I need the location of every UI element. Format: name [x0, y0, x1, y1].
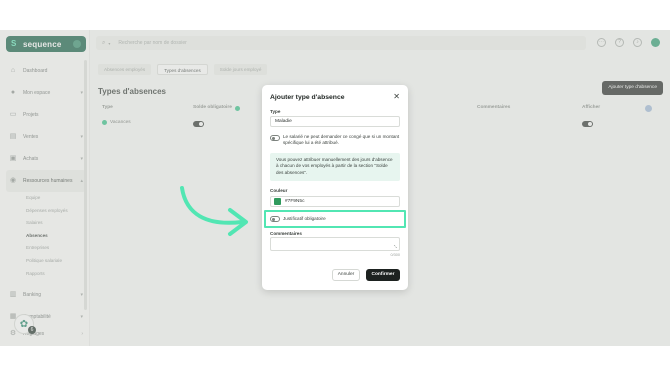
modal-title: Ajouter type d'absence: [270, 94, 345, 101]
color-value: #7F9N5c: [285, 199, 305, 204]
info-notice: Vous pouvez attribuer manuellement des j…: [270, 153, 400, 181]
type-label: Type: [270, 109, 281, 114]
confirm-button[interactable]: Confirmer: [366, 269, 400, 281]
resize-handle-icon[interactable]: ⤡: [394, 244, 397, 249]
add-absence-type-modal: Ajouter type d'absence ✕ Type Maladie Le…: [262, 85, 408, 290]
tutorial-arrow-icon: [180, 186, 248, 236]
comments-textarea[interactable]: ⤡: [270, 237, 400, 251]
color-swatch[interactable]: [274, 198, 281, 205]
tutorial-highlight-box: [264, 210, 406, 228]
color-label: Couleur: [270, 188, 288, 193]
comments-label: Commentaires: [270, 231, 302, 236]
close-icon[interactable]: ✕: [393, 93, 400, 101]
screenshot-stage: S sequence ⌂ Dashboard ● Mon espace ▾ ▭ …: [0, 0, 670, 376]
fixed-amount-toggle[interactable]: [270, 135, 280, 141]
type-input[interactable]: Maladie: [270, 116, 400, 127]
char-counter: 0/300: [390, 253, 400, 257]
cancel-button[interactable]: Annuler: [332, 269, 360, 281]
fixed-amount-text: Le salarié ne peut demander ce congé que…: [283, 134, 400, 145]
color-field[interactable]: #7F9N5c: [270, 196, 400, 207]
